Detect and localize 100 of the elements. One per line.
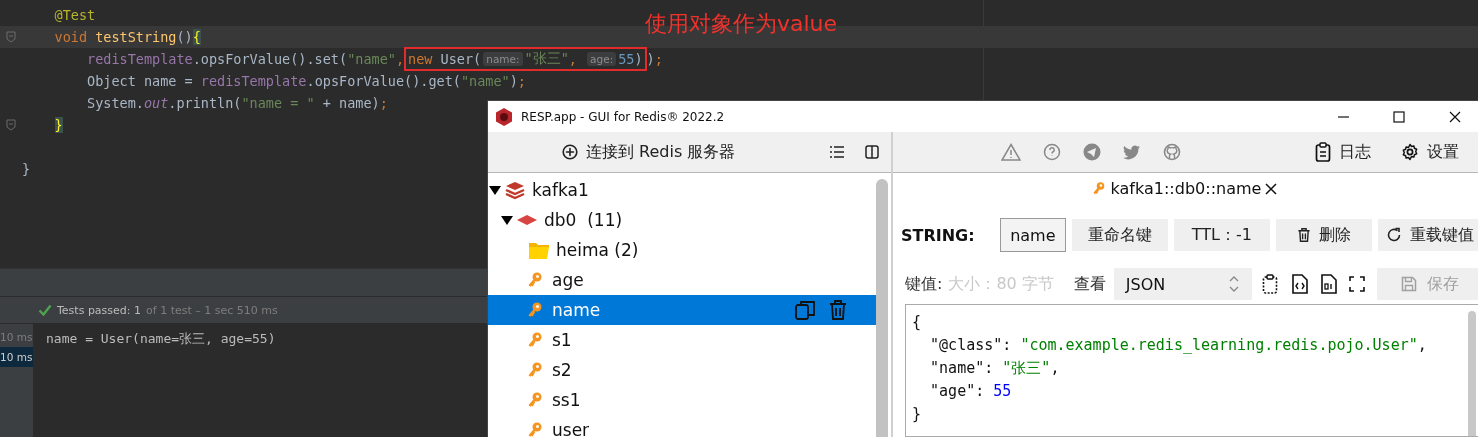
tree-item[interactable]: name — [488, 295, 876, 325]
code-text: } — [54, 117, 63, 133]
tree-item[interactable]: s1 — [488, 325, 876, 355]
inlay-hint: age: — [587, 52, 617, 66]
code-text: "张三" — [1002, 359, 1051, 377]
annotation-text: 使用对象作为value — [645, 10, 838, 38]
code-text: "张三" — [524, 50, 569, 68]
stack-icon — [504, 180, 526, 200]
code-text: out — [143, 95, 169, 111]
clipboard-icon — [1315, 142, 1331, 162]
reload-icon — [1386, 227, 1402, 243]
fold-marker-icon[interactable] — [6, 31, 16, 43]
trash-icon — [1296, 227, 1311, 243]
diamond-icon — [516, 213, 538, 227]
folder-icon — [528, 240, 550, 260]
code-text: } — [912, 405, 922, 423]
tree-item[interactable]: s2 — [488, 355, 876, 385]
code-text: () — [176, 29, 193, 45]
warning-icon[interactable] — [1001, 143, 1021, 161]
fold-marker-icon[interactable] — [6, 119, 16, 131]
view-label: 查看 — [1073, 273, 1106, 295]
code-text: void — [54, 29, 89, 45]
clipboard-icon[interactable] — [1261, 274, 1280, 294]
code-text: ) — [509, 73, 518, 89]
list-icon[interactable] — [829, 145, 846, 159]
gear-icon — [1401, 143, 1419, 161]
hexagon-icon — [495, 106, 513, 127]
action-button[interactable]: TTL：-1 — [1173, 219, 1270, 251]
code-text: 55 — [993, 382, 1012, 400]
code-text: redisTemplate — [87, 51, 193, 67]
tree-item[interactable]: db0 (11) — [488, 205, 876, 235]
code-text: + name) — [322, 95, 380, 111]
tree-item[interactable]: age — [488, 265, 876, 295]
code-text: .println( — [168, 95, 242, 111]
code-text: ) — [646, 51, 655, 67]
test-detail: of 1 test – 1 sec 510 ms — [146, 303, 278, 317]
code-text: "age": — [929, 382, 986, 400]
code-text: .opsForValue().get( — [306, 73, 461, 89]
code-text: System. — [87, 95, 144, 111]
code-text: "name" — [460, 73, 510, 89]
tree-item[interactable]: ss1 — [488, 385, 876, 415]
code-text: "name" — [347, 51, 396, 67]
log-button[interactable]: 日志 — [1313, 139, 1373, 165]
action-button[interactable]: 重命名键 — [1071, 219, 1168, 251]
copy-icon[interactable] — [794, 299, 816, 321]
close-icon[interactable] — [1264, 181, 1279, 196]
console-output: name = User(name=张三, age=55) — [46, 330, 276, 348]
floppy-icon — [1400, 276, 1417, 292]
code-text: "@class": — [929, 336, 1013, 354]
delete-button[interactable]: 删除 — [1275, 219, 1372, 251]
scrollbar[interactable] — [876, 179, 888, 437]
view-select[interactable]: JSON — [1113, 268, 1252, 300]
trash-icon[interactable] — [828, 299, 848, 321]
code-text: 55 — [618, 51, 635, 67]
code-text: ; — [517, 73, 526, 89]
key-tab[interactable]: kafka1::db0::name — [1088, 177, 1283, 202]
cat-icon[interactable] — [1163, 143, 1181, 161]
code-text: } — [22, 161, 31, 177]
value-label: 键值: — [905, 273, 943, 295]
window-title: RESP.app - GUI for Redis® 2022.2 — [521, 109, 725, 124]
test-summary: Tests passed: 1 — [57, 303, 142, 317]
code-text: "com.example.redis_learning.redis.pojo.User" — [1020, 336, 1418, 354]
code-text: ) — [634, 51, 643, 67]
code-text: ; — [654, 51, 663, 67]
paper-plane-icon[interactable] — [1083, 143, 1101, 161]
tree-item[interactable]: user — [488, 415, 876, 437]
code-text: "name": — [929, 359, 995, 377]
code-text: , — [1050, 359, 1060, 377]
value-editor[interactable]: { "@class": "com.example.redis_learning.redis.pojo.User", "name": "张三", "age": 55 } — [905, 304, 1478, 437]
code-text: , — [1417, 336, 1427, 354]
key-name-field[interactable]: name — [1000, 218, 1066, 252]
plus-circle-icon — [562, 144, 578, 160]
reload-button[interactable]: 重载键值 — [1378, 219, 1478, 251]
scrollbar[interactable] — [1468, 311, 1476, 436]
settings-button[interactable]: 设置 — [1399, 139, 1461, 165]
code-text: User( — [440, 51, 482, 67]
key-type-label: STRING: — [901, 225, 976, 245]
bird-icon[interactable] — [1123, 144, 1141, 160]
code-text: new — [408, 51, 433, 67]
tree-item[interactable]: kafka1 — [488, 175, 876, 205]
fullscreen-icon[interactable] — [1348, 276, 1365, 292]
split-view-icon[interactable] — [865, 145, 880, 159]
code-text: testString — [95, 29, 177, 45]
code-text: { — [192, 29, 201, 45]
code-text: , — [568, 51, 578, 67]
test-duration[interactable]: 10 ms — [0, 347, 33, 367]
code-text: ; — [379, 95, 388, 111]
code-file-icon[interactable] — [1290, 274, 1309, 294]
help-icon[interactable] — [1043, 143, 1061, 161]
code-text: @Test — [54, 7, 96, 23]
code-text: { — [912, 313, 922, 331]
expanded-arrow-icon[interactable] — [488, 183, 502, 197]
inlay-hint: name: — [483, 52, 523, 66]
expanded-arrow-icon[interactable] — [500, 213, 514, 227]
code-text: .opsForValue().set( — [192, 51, 348, 67]
code-text: "name = " — [241, 95, 315, 111]
tree-item[interactable]: heima (2) — [488, 235, 876, 265]
binary-file-icon[interactable] — [1319, 274, 1338, 294]
updown-icon — [1227, 274, 1240, 294]
code-text: Object name = — [87, 73, 194, 89]
